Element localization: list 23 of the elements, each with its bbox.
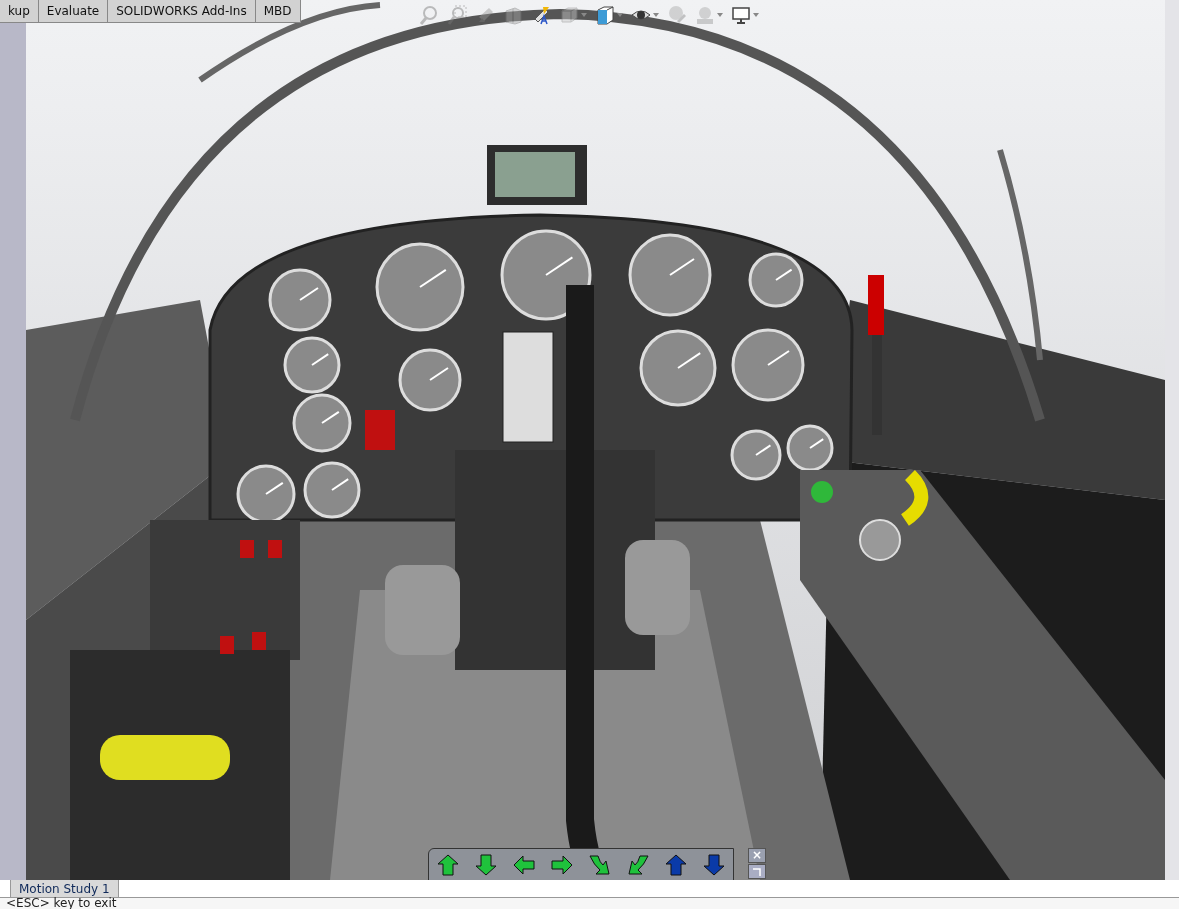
command-tab[interactable]: MBD <box>255 0 301 22</box>
caret-icon <box>717 13 723 17</box>
scene-icon <box>695 5 715 25</box>
status-text: <ESC> key to exit <box>6 896 117 909</box>
pin-icon <box>752 867 762 877</box>
caret-icon <box>653 13 659 17</box>
monitor-icon <box>731 5 751 25</box>
pencil-ball-icon <box>667 5 687 25</box>
command-tab[interactable]: Evaluate <box>38 0 109 22</box>
pin-button[interactable] <box>748 864 766 879</box>
command-tab[interactable]: SOLIDWORKS Add-Ins <box>108 0 256 22</box>
view-toolbar-button[interactable] <box>594 4 624 26</box>
command-tab[interactable]: kup <box>0 0 39 22</box>
caret-icon <box>581 13 587 17</box>
caret-icon <box>617 13 623 17</box>
caret-icon <box>753 13 759 17</box>
motion-study-tab[interactable]: Motion Study 1 <box>10 880 119 897</box>
view-toolbar-button[interactable] <box>730 4 760 26</box>
section-view-icon <box>503 5 523 25</box>
zoom-area-icon <box>447 5 467 25</box>
magnifier-icon <box>419 5 439 25</box>
shaded-cube-icon <box>595 5 615 25</box>
cube-icon <box>559 5 579 25</box>
